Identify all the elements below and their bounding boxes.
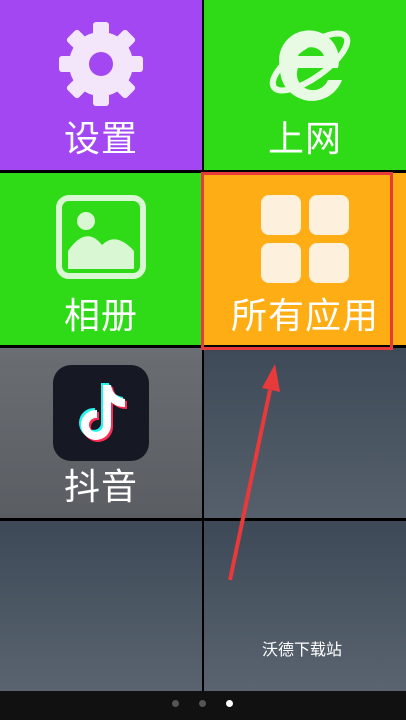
page-dot[interactable] — [199, 700, 206, 707]
arrow-annotation — [228, 364, 280, 581]
page-dot-active[interactable] — [226, 700, 233, 707]
page-dot[interactable] — [172, 700, 179, 707]
page-indicator — [0, 691, 406, 720]
watermark-text: 沃德下载站 — [262, 640, 343, 659]
